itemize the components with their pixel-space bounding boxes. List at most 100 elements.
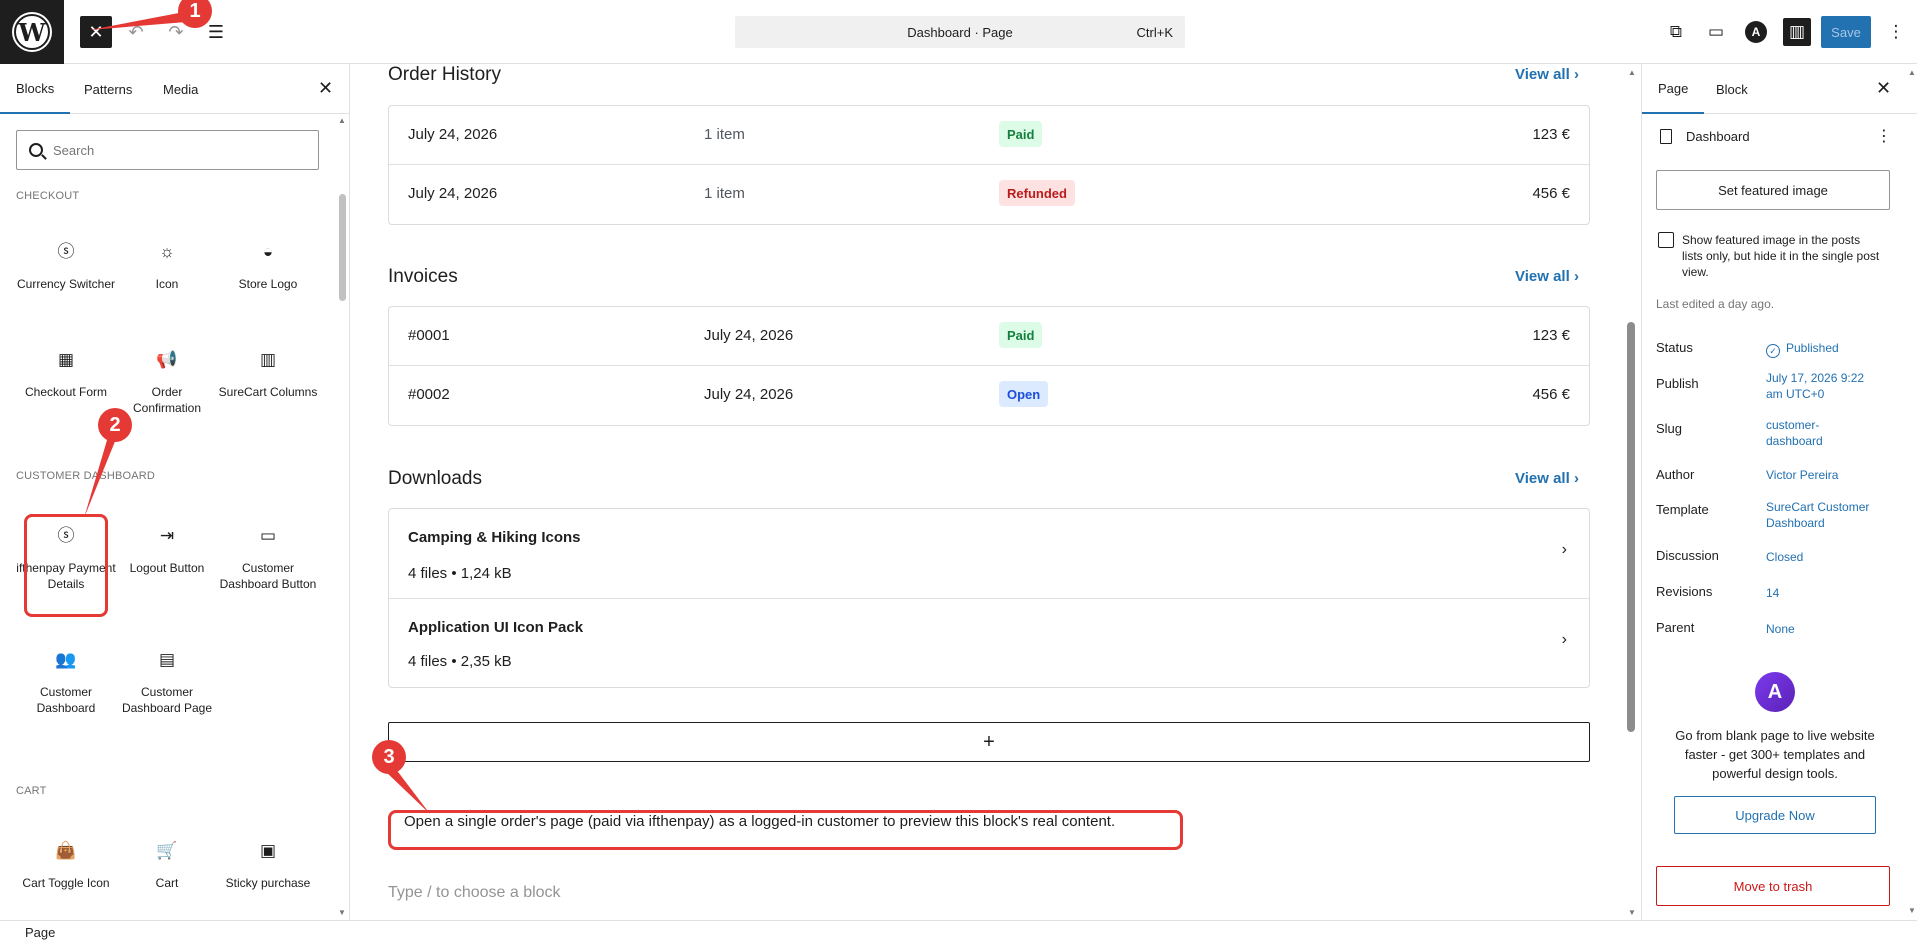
- search-icon: [29, 143, 43, 157]
- close-settings-button[interactable]: ✕: [1876, 78, 1891, 99]
- breadcrumb-page[interactable]: Page: [25, 925, 55, 940]
- astra-settings-button[interactable]: A: [1740, 16, 1772, 48]
- last-edited-text: Last edited a day ago.: [1656, 297, 1775, 311]
- slug-label: Slug: [1656, 421, 1683, 436]
- table-row[interactable]: July 24, 2026 1 item Refunded 456 €: [389, 165, 1589, 224]
- tab-patterns[interactable]: Patterns: [84, 64, 132, 114]
- status-badge: Paid: [999, 121, 1043, 147]
- sun-icon: ☼: [159, 242, 175, 261]
- editor-canvas: Order History View all › July 24, 2026 1…: [351, 64, 1641, 920]
- block-search-box: [16, 130, 319, 170]
- status-badge: Paid: [999, 322, 1043, 348]
- list-item[interactable]: Camping & Hiking Icons 4 files • 1,24 kB…: [389, 509, 1589, 599]
- scroll-up-arrow[interactable]: ▲: [1628, 68, 1636, 77]
- block-cart[interactable]: 🛒 Cart: [117, 839, 217, 891]
- block-label: Store Logo: [238, 277, 298, 291]
- block-placeholder[interactable]: Type / to choose a block: [388, 884, 561, 902]
- invoices-view-all-link[interactable]: View all ›: [1515, 268, 1579, 285]
- block-customer-dashboard-page[interactable]: ▤ Customer Dashboard Page: [117, 648, 217, 716]
- settings-sidebar-toggle[interactable]: ▥: [1783, 18, 1811, 46]
- list-item[interactable]: Application UI Icon Pack 4 files • 2,35 …: [389, 599, 1589, 687]
- bag-icon: 👜: [55, 841, 77, 860]
- status-badge: Open: [999, 381, 1049, 407]
- document-actions-button[interactable]: ⋮: [1876, 126, 1892, 146]
- block-checkout-form[interactable]: ▦ Checkout Form: [16, 348, 116, 400]
- add-block-button[interactable]: +: [388, 722, 1590, 762]
- inserter-scrollbar[interactable]: [339, 194, 346, 301]
- discussion-label: Discussion: [1656, 548, 1719, 563]
- block-customer-dashboard-button[interactable]: ▭ Customer Dashboard Button: [218, 524, 318, 592]
- block-customer-dashboard[interactable]: 👥 Customer Dashboard: [16, 648, 116, 716]
- more-vertical-icon: ⋮: [1887, 22, 1905, 41]
- scroll-up-arrow[interactable]: ▲: [338, 116, 346, 125]
- table-row[interactable]: #0002 July 24, 2026 Open 456 €: [389, 366, 1589, 425]
- revisions-value-button[interactable]: 14: [1766, 585, 1906, 601]
- block-order-confirmation[interactable]: 📢 Order Confirmation: [117, 348, 217, 416]
- publish-label: Publish: [1656, 376, 1699, 391]
- downloads-view-all-link[interactable]: View all ›: [1515, 470, 1579, 487]
- scroll-down-arrow[interactable]: ▼: [1908, 906, 1916, 915]
- block-icon[interactable]: ☼ Icon: [117, 240, 217, 292]
- tab-page[interactable]: Page: [1642, 64, 1705, 114]
- block-label: Customer Dashboard Page: [121, 685, 213, 715]
- block-label: Checkout Form: [24, 385, 108, 399]
- discussion-value-button[interactable]: Closed: [1766, 549, 1906, 565]
- tab-blocks[interactable]: Blocks: [0, 64, 71, 114]
- close-inserter-panel-button[interactable]: ✕: [318, 78, 333, 99]
- featured-image-checkbox-label: Show featured image in the posts lists o…: [1682, 233, 1880, 279]
- canvas-scrollbar[interactable]: [1627, 322, 1635, 732]
- scroll-down-arrow[interactable]: ▼: [1628, 908, 1636, 917]
- set-featured-image-button[interactable]: Set featured image: [1656, 170, 1890, 210]
- featured-image-checkbox[interactable]: [1658, 232, 1674, 248]
- table-row[interactable]: #0001 July 24, 2026 Paid 123 €: [389, 307, 1589, 366]
- block-label: Logout Button: [129, 561, 205, 575]
- block-search-input[interactable]: [53, 142, 293, 158]
- block-label: SureCart Columns: [218, 385, 318, 399]
- more-vertical-icon: ⋮: [1876, 128, 1892, 145]
- wordpress-logo-button[interactable]: W: [0, 0, 64, 64]
- block-sticky-purchase[interactable]: ▣ Sticky purchase: [218, 839, 318, 891]
- close-icon: ✕: [1876, 78, 1892, 98]
- tab-media[interactable]: Media: [163, 64, 198, 114]
- annotation-highlight-notice: [388, 810, 1183, 850]
- scroll-up-arrow[interactable]: ▲: [1908, 68, 1916, 77]
- block-label: Icon: [155, 277, 179, 291]
- status-value-button[interactable]: ✓ Published: [1766, 340, 1906, 358]
- category-checkout: CHECKOUT: [16, 190, 80, 202]
- external-link-icon: ⧉: [1669, 22, 1683, 41]
- block-cart-toggle-icon[interactable]: 👜 Cart Toggle Icon: [16, 839, 116, 891]
- template-value-button[interactable]: SureCart Customer Dashboard: [1766, 499, 1886, 531]
- slug-value-button[interactable]: customer-dashboard: [1766, 417, 1856, 449]
- author-value-button[interactable]: Victor Pereira: [1766, 467, 1906, 483]
- block-surecart-columns[interactable]: ▥ SureCart Columns: [218, 348, 318, 400]
- view-page-button[interactable]: ⧉: [1660, 16, 1692, 48]
- command-palette-button[interactable]: Dashboard · Page Ctrl+K: [735, 16, 1185, 48]
- cart-icon: 🛒: [156, 841, 178, 860]
- block-currency-switcher[interactable]: ⓢ Currency Switcher: [16, 240, 116, 292]
- upgrade-now-button[interactable]: Upgrade Now: [1674, 796, 1876, 834]
- move-to-trash-button[interactable]: Move to trash: [1656, 866, 1890, 906]
- category-customer-dashboard: CUSTOMER DASHBOARD: [16, 470, 156, 482]
- block-label: Customer Dashboard Button: [219, 561, 317, 591]
- redo-icon: ↷: [168, 21, 184, 42]
- publish-date-button[interactable]: July 17, 2026 9:22 am UTC+0: [1766, 370, 1876, 402]
- save-button[interactable]: Save: [1821, 16, 1871, 48]
- wordpress-logo-icon: W: [14, 14, 50, 50]
- scroll-down-arrow[interactable]: ▼: [338, 908, 346, 917]
- close-inserter-button[interactable]: ✕: [80, 16, 112, 48]
- annotation-marker-2: 2: [98, 408, 132, 442]
- inserter-tabs: Blocks Patterns Media ✕: [0, 64, 349, 114]
- tab-block[interactable]: Block: [1716, 64, 1748, 114]
- order-history-card: July 24, 2026 1 item Paid 123 € July 24,…: [388, 105, 1590, 225]
- undo-button[interactable]: ↶: [120, 16, 152, 48]
- block-logout-button[interactable]: ⇥ Logout Button: [117, 524, 217, 576]
- settings-tabs: Page Block ✕: [1642, 64, 1917, 114]
- preview-device-button[interactable]: ▭: [1700, 16, 1732, 48]
- block-store-logo[interactable]: ◒ Store Logo: [218, 240, 318, 292]
- options-menu-button[interactable]: ⋮: [1880, 16, 1912, 48]
- document-summary: Dashboard: [1660, 129, 1750, 144]
- order-history-view-all-link[interactable]: View all ›: [1515, 66, 1579, 83]
- parent-value-button[interactable]: None: [1766, 621, 1906, 637]
- table-row[interactable]: July 24, 2026 1 item Paid 123 €: [389, 106, 1589, 165]
- columns-icon: ▥: [259, 350, 277, 369]
